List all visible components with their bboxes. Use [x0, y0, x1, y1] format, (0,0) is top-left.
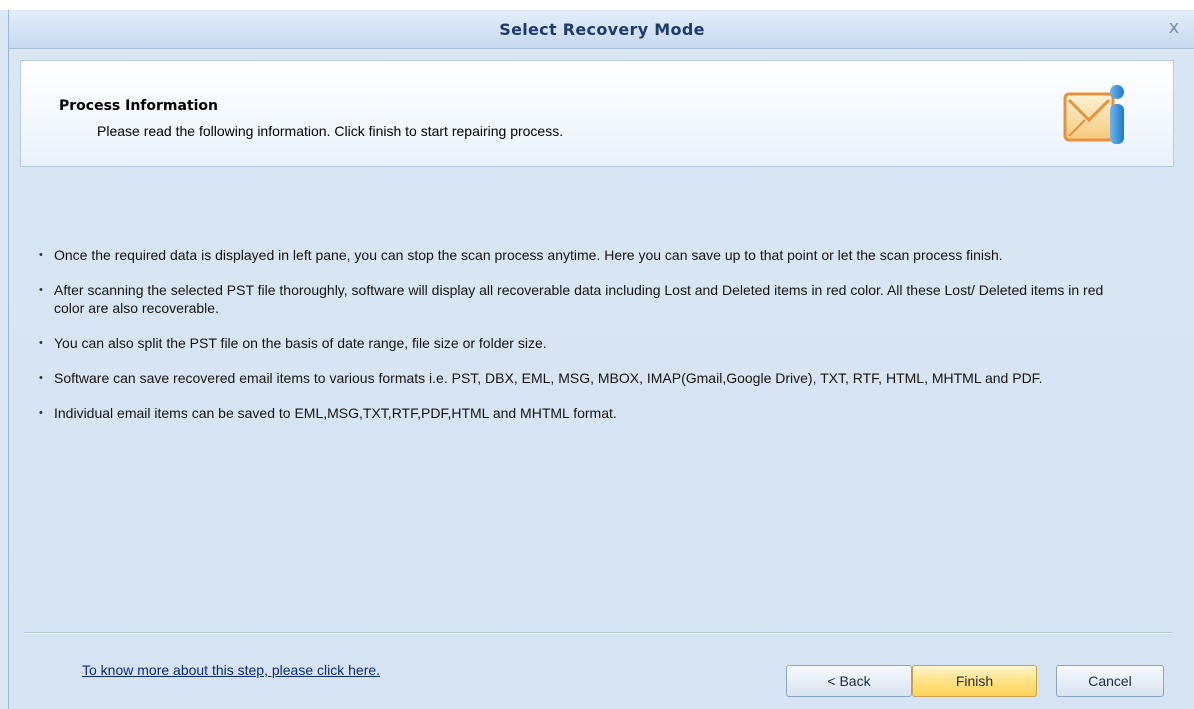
list-item: After scanning the selected PST file tho…	[39, 281, 1135, 317]
footer-divider	[24, 632, 1172, 634]
list-item: Individual email items can be saved to E…	[39, 404, 1135, 422]
title-bar: Select Recovery Mode x	[9, 10, 1194, 49]
info-bullet-list: Once the required data is displayed in l…	[39, 246, 1135, 439]
help-link[interactable]: To know more about this step, please cli…	[82, 662, 380, 678]
process-info-panel: Process Information Please read the foll…	[20, 60, 1174, 167]
cancel-button[interactable]: Cancel	[1056, 665, 1164, 697]
mail-info-icon	[1063, 85, 1124, 144]
back-button[interactable]: < Back	[786, 665, 912, 697]
list-item: Software can save recovered email items …	[39, 369, 1135, 387]
top-strip	[0, 0, 1194, 10]
process-info-subtitle: Please read the following information. C…	[97, 123, 564, 139]
list-item: Once the required data is displayed in l…	[39, 246, 1135, 264]
finish-button[interactable]: Finish	[912, 665, 1037, 697]
close-icon[interactable]: x	[1165, 19, 1183, 37]
process-info-title: Process Information	[59, 98, 219, 114]
dialog-title: Select Recovery Mode	[499, 20, 705, 39]
list-item: You can also split the PST file on the b…	[39, 334, 1135, 352]
